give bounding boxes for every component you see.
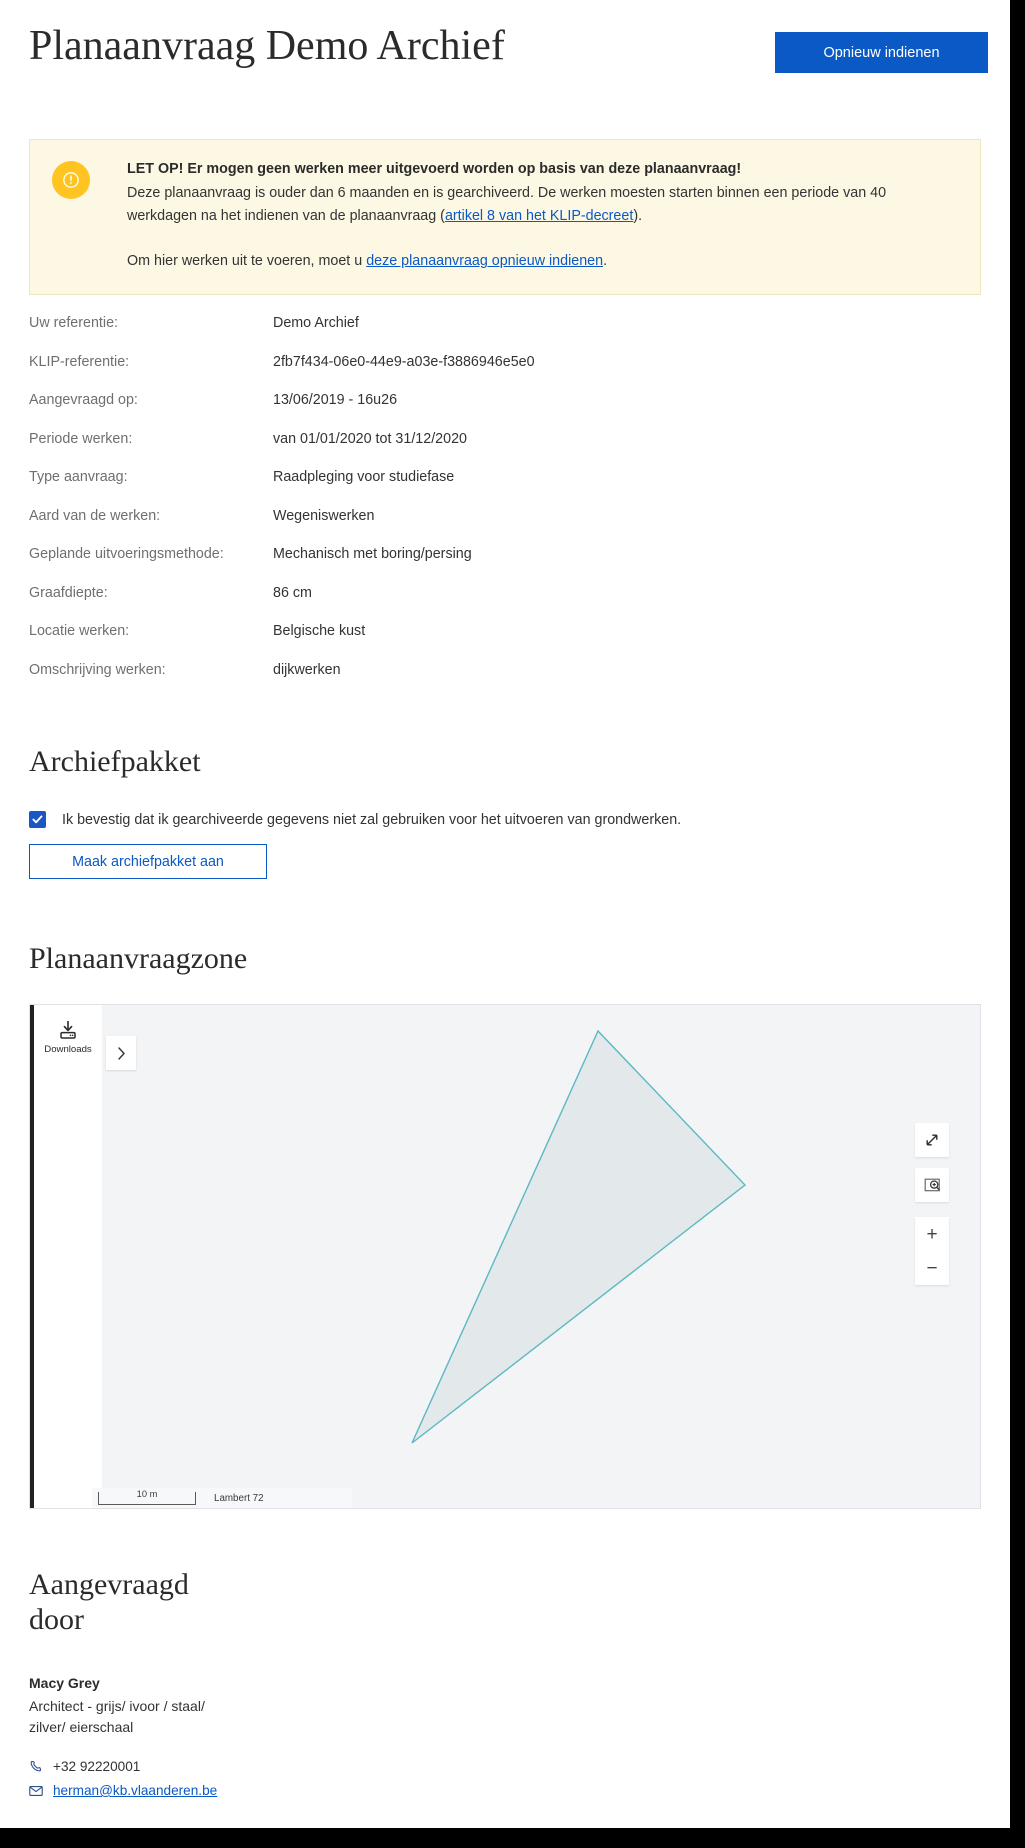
alert-title: LET OP! Er mogen geen werken meer uitgev… [127, 161, 742, 177]
archive-confirm-label: Ik bevestig dat ik gearchiveerde gegeven… [62, 811, 682, 828]
detail-label: Type aanvraag: [29, 469, 128, 485]
downloads-panel-button[interactable]: Downloads [30, 1005, 102, 1070]
archive-confirm-checkbox[interactable] [29, 811, 46, 828]
page-inner: Planaanvraag Demo Archief Opnieuw indien… [0, 0, 1010, 1798]
phone-icon [29, 1760, 45, 1774]
map-fullscreen-button[interactable] [915, 1123, 949, 1157]
page-root: Planaanvraag Demo Archief Opnieuw indien… [0, 0, 1010, 1828]
detail-value: Raadpleging voor studiefase [273, 469, 455, 485]
contact-name: Macy Grey [29, 1675, 100, 1691]
contact-heading: Aangevraagd door [29, 1568, 189, 1637]
contact-phone-row: +32 92220001 [29, 1759, 140, 1774]
contact-role: Architect - grijs/ ivoor / staal/ zilver… [29, 1698, 205, 1735]
download-icon [60, 1021, 76, 1039]
detail-label: Locatie werken: [29, 623, 130, 639]
detail-label: Omschrijving werken: [29, 661, 166, 678]
page-header: Planaanvraag Demo Archief Opnieuw indien… [0, 0, 1010, 110]
planaanvraagzone-heading: Planaanvraagzone [29, 942, 248, 975]
detail-row: Aard van de werken: Wegeniswerken [29, 508, 949, 547]
detail-value: 13/06/2019 - 16u26 [273, 392, 398, 408]
detail-value: Mechanisch met boring/persing [273, 546, 472, 562]
archive-warning-alert: LET OP! Er mogen geen werken meer uitgev… [29, 139, 981, 295]
detail-value: Belgische kust [273, 623, 366, 639]
panel-toggle-button[interactable] [106, 1036, 136, 1070]
map-scalebar: 10 m Lambert 72 [92, 1488, 352, 1508]
chevron-right-icon [117, 1046, 125, 1060]
archive-confirm-row: Ik bevestig dat ik gearchiveerde gegeven… [29, 811, 681, 828]
contact-email-row: herman@kb.vlaanderen.be [29, 1783, 217, 1798]
resubmit-inline-link[interactable]: deze planaanvraag opnieuw indienen [366, 253, 603, 269]
detail-row: Locatie werken: Belgische kust [29, 623, 949, 662]
detail-label: Aangevraagd op: [29, 392, 138, 408]
detail-value: van 01/01/2020 tot 31/12/2020 [273, 430, 467, 447]
detail-value: 2fb7f434-06e0-44e9-a03e-f3886946e5e0 [273, 353, 535, 370]
detail-label: KLIP-referentie: [29, 353, 130, 370]
klip-decreet-link[interactable]: artikel 8 van het KLIP-decreet [445, 208, 633, 224]
detail-value: dijkwerken [273, 661, 341, 678]
exclamation-circle-icon [52, 161, 90, 199]
alert-second-part1: Om hier werken uit te voeren, moet u [127, 253, 367, 270]
detail-row: Type aanvraag: Raadpleging voor studiefa… [29, 469, 949, 508]
map-zoom-to-extent-button[interactable] [915, 1168, 949, 1202]
detail-label: Geplande uitvoeringsmethode: [29, 546, 224, 562]
detail-value: 86 cm [273, 584, 312, 601]
resubmit-button[interactable]: Opnieuw indienen [775, 32, 988, 73]
alert-body: LET OP! Er mogen geen werken meer uitgev… [127, 158, 958, 274]
detail-row: KLIP-referentie: 2fb7f434-06e0-44e9-a03e… [29, 354, 949, 393]
detail-row: Aangevraagd op: 13/06/2019 - 16u26 [29, 392, 949, 431]
detail-label: Aard van de werken: [29, 507, 161, 524]
detail-row: Graafdiepte: 86 cm [29, 585, 949, 624]
map-zoom-controls: + − [915, 1217, 949, 1285]
alert-second-part2: . [603, 253, 608, 270]
alert-text-primary: Deze planaanvraag is ouder dan 6 maanden… [127, 182, 958, 228]
map-projection-label: Lambert 72 [214, 1492, 264, 1504]
map-zoom-out-button[interactable]: − [915, 1251, 949, 1285]
detail-label: Uw referentie: [29, 315, 118, 331]
archiefpakket-heading: Archiefpakket [29, 745, 201, 778]
zoom-to-extent-icon [924, 1178, 940, 1192]
detail-label: Graafdiepte: [29, 584, 108, 601]
detail-label: Periode werken: [29, 430, 133, 447]
scalebar-label: 10 m [136, 1488, 158, 1499]
envelope-icon [29, 1785, 45, 1797]
alert-text-secondary: Om hier werken uit te voeren, moet u dez… [127, 250, 958, 273]
request-details-list: Uw referentie: Demo Archief KLIP-referen… [29, 315, 949, 700]
detail-row: Omschrijving werken: dijkwerken [29, 662, 949, 701]
map-zoom-in-button[interactable]: + [915, 1217, 949, 1251]
detail-value: Wegeniswerken [273, 507, 375, 524]
scalebar-bar: 10 m [98, 1488, 196, 1505]
downloads-label: Downloads [44, 1044, 92, 1055]
detail-row: Uw referentie: Demo Archief [29, 315, 949, 354]
detail-row: Geplande uitvoeringsmethode: Mechanisch … [29, 546, 949, 585]
fullscreen-arrows-icon [926, 1134, 938, 1146]
alert-text-part2: ). [633, 208, 643, 225]
contact-phone-number: +32 92220001 [53, 1759, 141, 1774]
detail-value: Demo Archief [273, 315, 359, 331]
page-title: Planaanvraag Demo Archief [29, 23, 505, 69]
planaanvraag-polygon [411, 1029, 747, 1444]
detail-row: Periode werken: van 01/01/2020 tot 31/12… [29, 431, 949, 470]
map-canvas[interactable]: Downloads + − 10 m Lambert 72 [29, 1004, 981, 1509]
create-archive-package-button[interactable]: Maak archiefpakket aan [29, 844, 267, 879]
contact-email-link[interactable]: herman@kb.vlaanderen.be [53, 1783, 217, 1798]
downloads-sidebar [30, 1005, 102, 1508]
